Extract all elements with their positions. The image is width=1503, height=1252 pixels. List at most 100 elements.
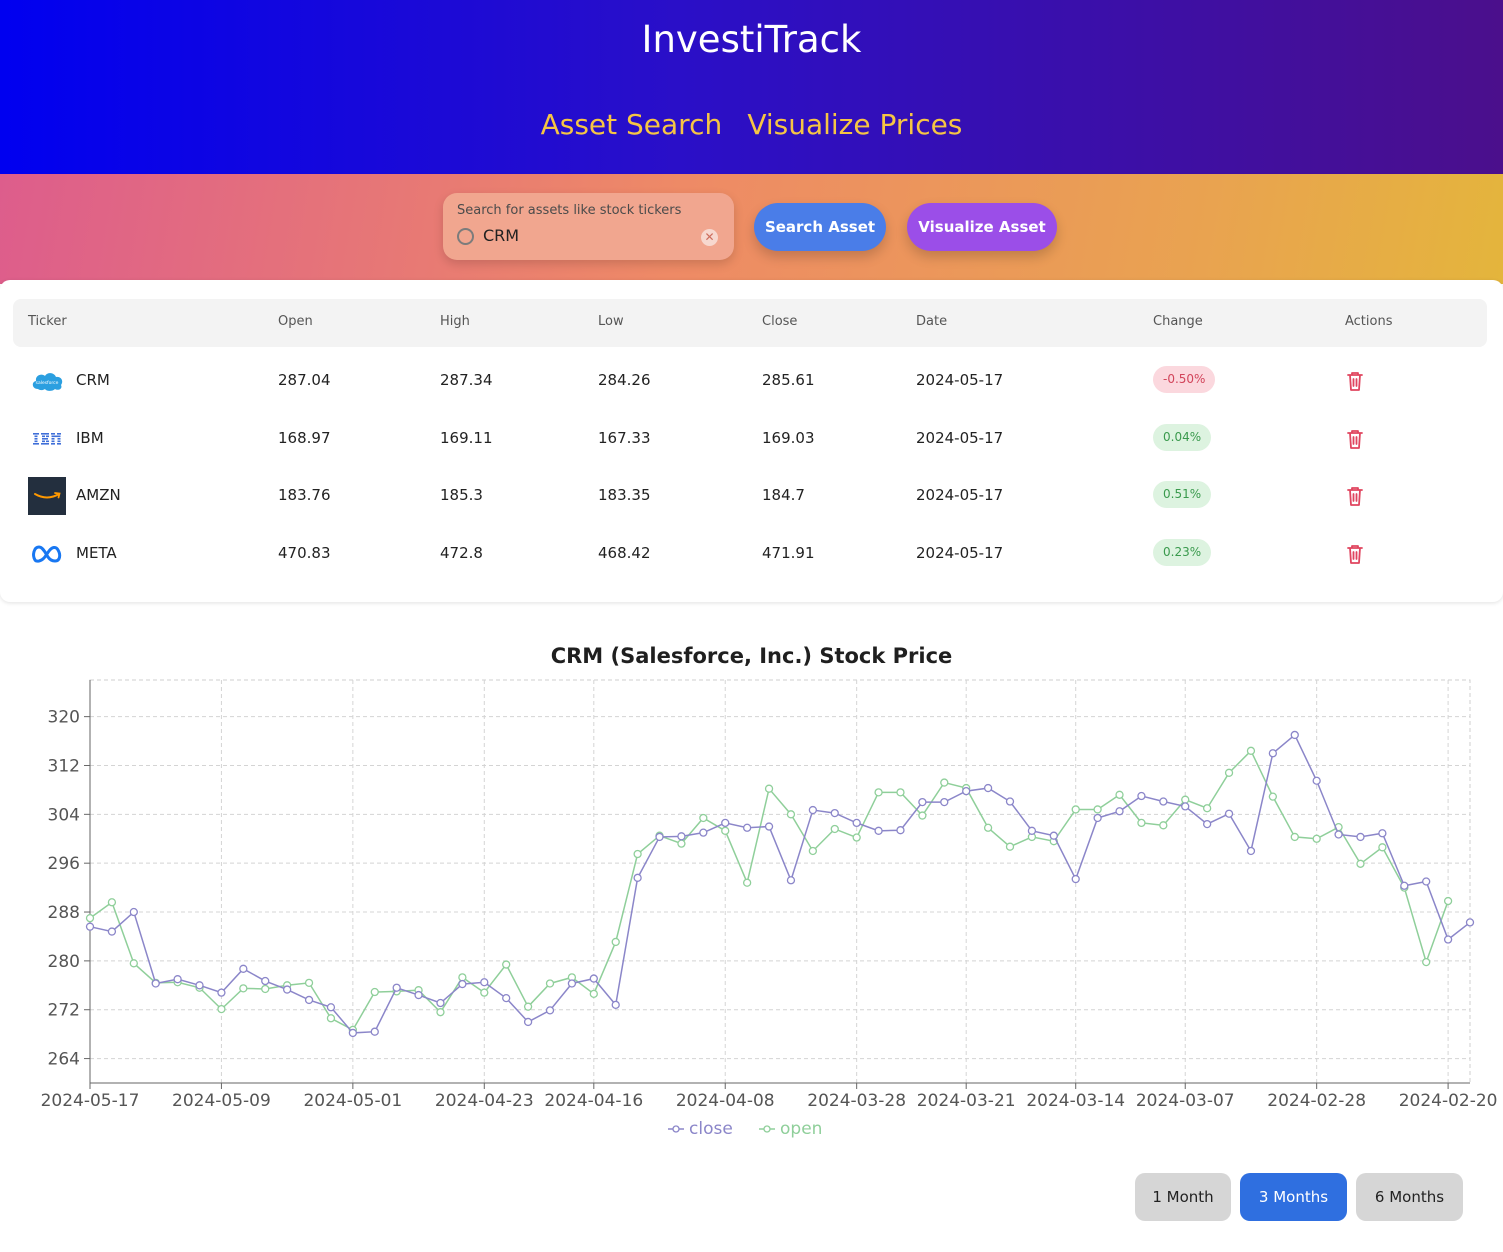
table-row[interactable]: AMZN 183.76 185.3 183.35 184.7 2024-05-1… (0, 467, 1503, 524)
data-point-close (1400, 881, 1409, 890)
change-badge: 0.51% (1153, 481, 1212, 508)
trash-icon[interactable] (1345, 428, 1365, 450)
nav-visualize-prices[interactable]: Visualize Prices (747, 108, 962, 141)
data-point-open (1422, 957, 1431, 967)
search-icon (457, 228, 474, 245)
data-point-open (1159, 821, 1168, 830)
data-point-open (1268, 792, 1278, 801)
amazon-logo-icon (28, 477, 66, 515)
data-point-close (523, 1017, 533, 1027)
y-tick-label: 312 (48, 756, 80, 776)
range-1-month-button[interactable]: 1 Month (1135, 1173, 1231, 1221)
data-point-close (326, 1003, 336, 1012)
header-change: Change (1153, 314, 1203, 329)
x-tick-label: 2024-05-01 (303, 1091, 402, 1111)
header-low: Low (598, 314, 624, 329)
data-point-close (502, 993, 511, 1003)
range-6-months-button[interactable]: 6 Months (1356, 1173, 1463, 1221)
table-row[interactable]: salesforce CRM 287.04 287.34 284.26 285.… (0, 352, 1503, 409)
data-point-close (1246, 846, 1256, 856)
y-tick-label: 296 (48, 854, 80, 874)
ticker-cell: AMZN (76, 486, 121, 504)
data-point-close (589, 974, 598, 983)
low-cell: 183.35 (598, 486, 651, 504)
data-point-open (1202, 804, 1212, 813)
header-high: High (440, 314, 470, 329)
search-band: Search for assets like stock tickers CRM… (0, 174, 1503, 284)
header-open: Open (278, 314, 313, 329)
x-tick-label: 2024-03-21 (917, 1091, 1016, 1111)
data-point-close (874, 826, 883, 835)
data-point-open (502, 960, 511, 969)
data-point-close (261, 976, 270, 986)
price-chart[interactable]: 264 272 280 288 296 304 312 320 2024-05-17 2024-0… (0, 670, 1503, 1150)
data-point-open (1312, 834, 1321, 843)
legend-marker-open (763, 1125, 771, 1133)
data-point-open (523, 1002, 533, 1011)
data-point-open (107, 898, 117, 907)
nav-asset-search[interactable]: Asset Search (541, 108, 723, 141)
y-tick-label: 264 (48, 1050, 80, 1070)
data-point-open (1290, 832, 1299, 842)
data-point-close (764, 822, 774, 831)
x-tick-label: 2024-05-17 (41, 1091, 140, 1111)
svg-text:salesforce: salesforce (36, 380, 59, 386)
change-badge: 0.23% (1153, 539, 1212, 566)
date-cell: 2024-05-17 (916, 371, 1004, 389)
search-asset-button[interactable]: Search Asset (754, 203, 886, 251)
data-point-open (1356, 859, 1365, 868)
data-point-open (983, 823, 993, 832)
close-cell: 285.61 (762, 371, 815, 389)
low-cell: 167.33 (598, 429, 651, 447)
data-point-close (962, 786, 971, 796)
trash-icon[interactable] (1345, 485, 1365, 507)
open-cell: 183.76 (278, 486, 331, 504)
data-point-close (304, 995, 314, 1005)
app-header: InvestiTrack Asset Search Visualize Pric… (0, 0, 1503, 174)
data-point-close (1137, 791, 1146, 801)
data-point-close (721, 818, 730, 828)
data-point-open (940, 778, 949, 787)
data-point-open (326, 1014, 336, 1023)
x-tick-label: 2024-04-08 (676, 1091, 775, 1111)
data-point-open (699, 813, 708, 823)
data-point-open (480, 988, 489, 997)
data-point-close (129, 907, 138, 917)
date-cell: 2024-05-17 (916, 486, 1004, 504)
high-cell: 287.34 (440, 371, 493, 389)
data-point-open (1093, 805, 1102, 814)
data-point-open (721, 826, 730, 835)
x-tick-label: 2024-05-09 (172, 1091, 271, 1111)
data-point-open (1378, 843, 1387, 852)
clear-icon[interactable]: ✕ (701, 229, 718, 246)
y-tick-label: 288 (48, 903, 80, 923)
data-point-close (480, 978, 489, 987)
x-tick-label: 2024-02-20 (1399, 1091, 1498, 1111)
trash-icon[interactable] (1345, 543, 1365, 565)
high-cell: 185.3 (440, 486, 483, 504)
data-point-close (808, 805, 818, 815)
range-3-months-button[interactable]: 3 Months (1240, 1173, 1347, 1221)
change-badge: -0.50% (1153, 366, 1216, 393)
visualize-asset-button[interactable]: Visualize Asset (907, 203, 1057, 251)
data-point-open (261, 984, 270, 994)
data-point-open (1115, 790, 1124, 799)
y-tick-label: 304 (48, 805, 80, 825)
data-point-close (918, 797, 927, 807)
data-point-open (611, 937, 620, 947)
search-input[interactable]: Search for assets like stock tickers CRM… (443, 193, 734, 260)
search-value[interactable]: CRM (483, 226, 519, 245)
chart-title: CRM (Salesforce, Inc.) Stock Price (550, 644, 953, 668)
data-point-close (1356, 832, 1365, 842)
table-row[interactable]: IBM 168.97 169.11 167.33 169.03 2024-05-… (0, 410, 1503, 467)
legend-label-open: open (780, 1119, 822, 1139)
data-point-open (436, 1008, 445, 1017)
table-row[interactable]: META 470.83 472.8 468.42 471.91 2024-05-… (0, 525, 1503, 582)
date-cell: 2024-05-17 (916, 544, 1004, 562)
data-point-open (458, 973, 467, 982)
trash-icon[interactable] (1345, 370, 1365, 392)
close-cell: 169.03 (762, 429, 815, 447)
y-tick-label: 280 (48, 952, 80, 972)
data-point-close (1181, 802, 1190, 811)
data-point-open (1181, 795, 1190, 804)
